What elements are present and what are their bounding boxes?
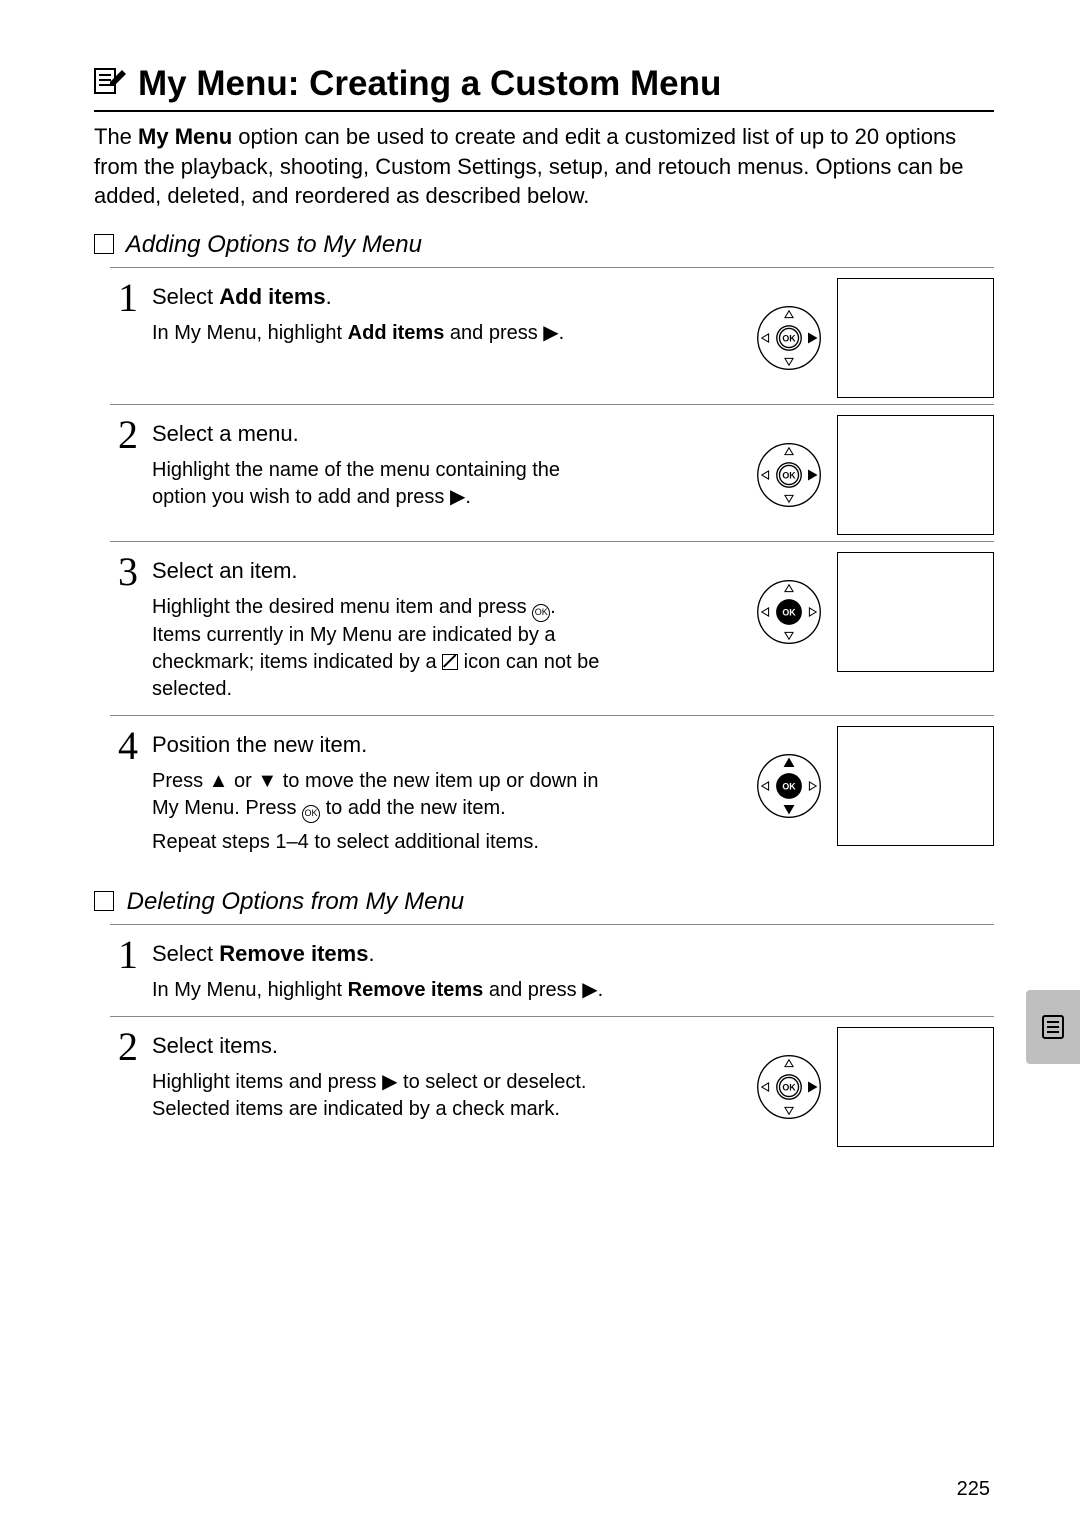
screenshot-placeholder	[837, 1027, 994, 1147]
step-heading: Select items.	[152, 1033, 755, 1059]
step-desc: Highlight the name of the menu containin…	[152, 457, 602, 511]
section-deleting-text: Deleting Options from My Menu	[127, 888, 464, 915]
intro-pre: The	[94, 124, 138, 149]
section-bullet-icon	[94, 234, 114, 254]
add-step-2: 2 Select a menu. Highlight the name of t…	[110, 404, 994, 541]
desc-pre: In My Menu, highlight	[152, 979, 348, 1001]
dpad-ok-label: OK	[782, 470, 796, 480]
desc-a: Highlight the desired menu item and pres…	[152, 596, 532, 618]
dpad-right-icon: OK	[755, 304, 823, 372]
del-step-1: 1 Select Remove items. In My Menu, highl…	[110, 924, 994, 1016]
intro-bold: My Menu	[138, 124, 232, 149]
step-desc: In My Menu, highlight Remove items and p…	[152, 977, 994, 1004]
dpad-right-icon: OK	[755, 1053, 823, 1121]
step-desc-1: Press ▲ or ▼ to move the new item up or …	[152, 768, 602, 823]
step-heading: Select a menu.	[152, 421, 755, 447]
dpad-ok-label: OK	[782, 1082, 796, 1092]
section-bullet-icon	[94, 891, 114, 911]
desc-pre: In My Menu, highlight	[152, 322, 348, 344]
del-step-2: 2 Select items. Highlight items and pres…	[110, 1016, 994, 1153]
step-desc-2: Repeat steps 1–4 to select additional it…	[152, 829, 602, 856]
add-step-3: 3 Select an item. Highlight the desired …	[110, 541, 994, 715]
step-heading: Position the new item.	[152, 732, 755, 758]
step-heading: Select an item.	[152, 558, 755, 584]
dpad-ok-label: OK	[782, 333, 796, 343]
screenshot-placeholder	[837, 726, 994, 846]
menu-tab-icon	[1039, 1013, 1067, 1041]
screenshot-placeholder	[837, 552, 994, 672]
heading-pre: Select	[152, 284, 219, 309]
screenshot-placeholder	[837, 415, 994, 535]
step-desc: Highlight items and press ▶ to select or…	[152, 1069, 602, 1123]
step-heading: Select Remove items.	[152, 941, 994, 967]
heading-post: .	[326, 284, 332, 309]
dpad-right-icon: OK	[755, 441, 823, 509]
step-desc: Highlight the desired menu item and pres…	[152, 594, 602, 703]
heading-bold: Remove items	[219, 941, 368, 966]
title-text: My Menu: Creating a Custom Menu	[138, 64, 721, 104]
step-number: 4	[110, 726, 146, 766]
step-number: 1	[110, 278, 146, 318]
heading-post: .	[368, 941, 374, 966]
desc-post: and press ▶.	[444, 322, 564, 344]
prohibit-icon	[442, 654, 458, 670]
section-deleting-title: Deleting Options from My Menu	[94, 888, 994, 916]
desc-post: and press ▶.	[483, 979, 603, 1001]
desc-bold: Add items	[348, 322, 445, 344]
desc-bold: Remove items	[348, 979, 484, 1001]
step-number: 1	[110, 935, 146, 975]
heading-bold: Add items	[219, 284, 325, 309]
ok-button-icon: OK	[532, 604, 550, 622]
step-number: 2	[110, 1027, 146, 1067]
dpad-updown-ok-icon: OK	[755, 752, 823, 820]
page-number: 225	[957, 1478, 990, 1501]
my-menu-icon	[94, 66, 128, 102]
ok-button-icon: OK	[302, 805, 320, 823]
section-adding-text: Adding Options to My Menu	[126, 231, 422, 258]
dpad-ok-label: OK	[782, 781, 796, 791]
step-number: 2	[110, 415, 146, 455]
step-desc: In My Menu, highlight Add items and pres…	[152, 320, 602, 347]
screenshot-placeholder	[837, 278, 994, 398]
step-heading: Select Add items.	[152, 284, 755, 310]
intro-paragraph: The My Menu option can be used to create…	[94, 122, 994, 211]
add-step-4: 4 Position the new item. Press ▲ or ▼ to…	[110, 715, 994, 868]
desc1-b: to add the new item.	[320, 797, 506, 819]
section-adding-title: Adding Options to My Menu	[94, 231, 994, 259]
add-step-1: 1 Select Add items. In My Menu, highligh…	[110, 267, 994, 404]
page-title: My Menu: Creating a Custom Menu	[94, 64, 994, 112]
dpad-ok-icon: OK	[755, 578, 823, 646]
side-tab	[1026, 990, 1080, 1064]
heading-pre: Select	[152, 941, 219, 966]
step-number: 3	[110, 552, 146, 592]
dpad-ok-label: OK	[782, 607, 796, 617]
